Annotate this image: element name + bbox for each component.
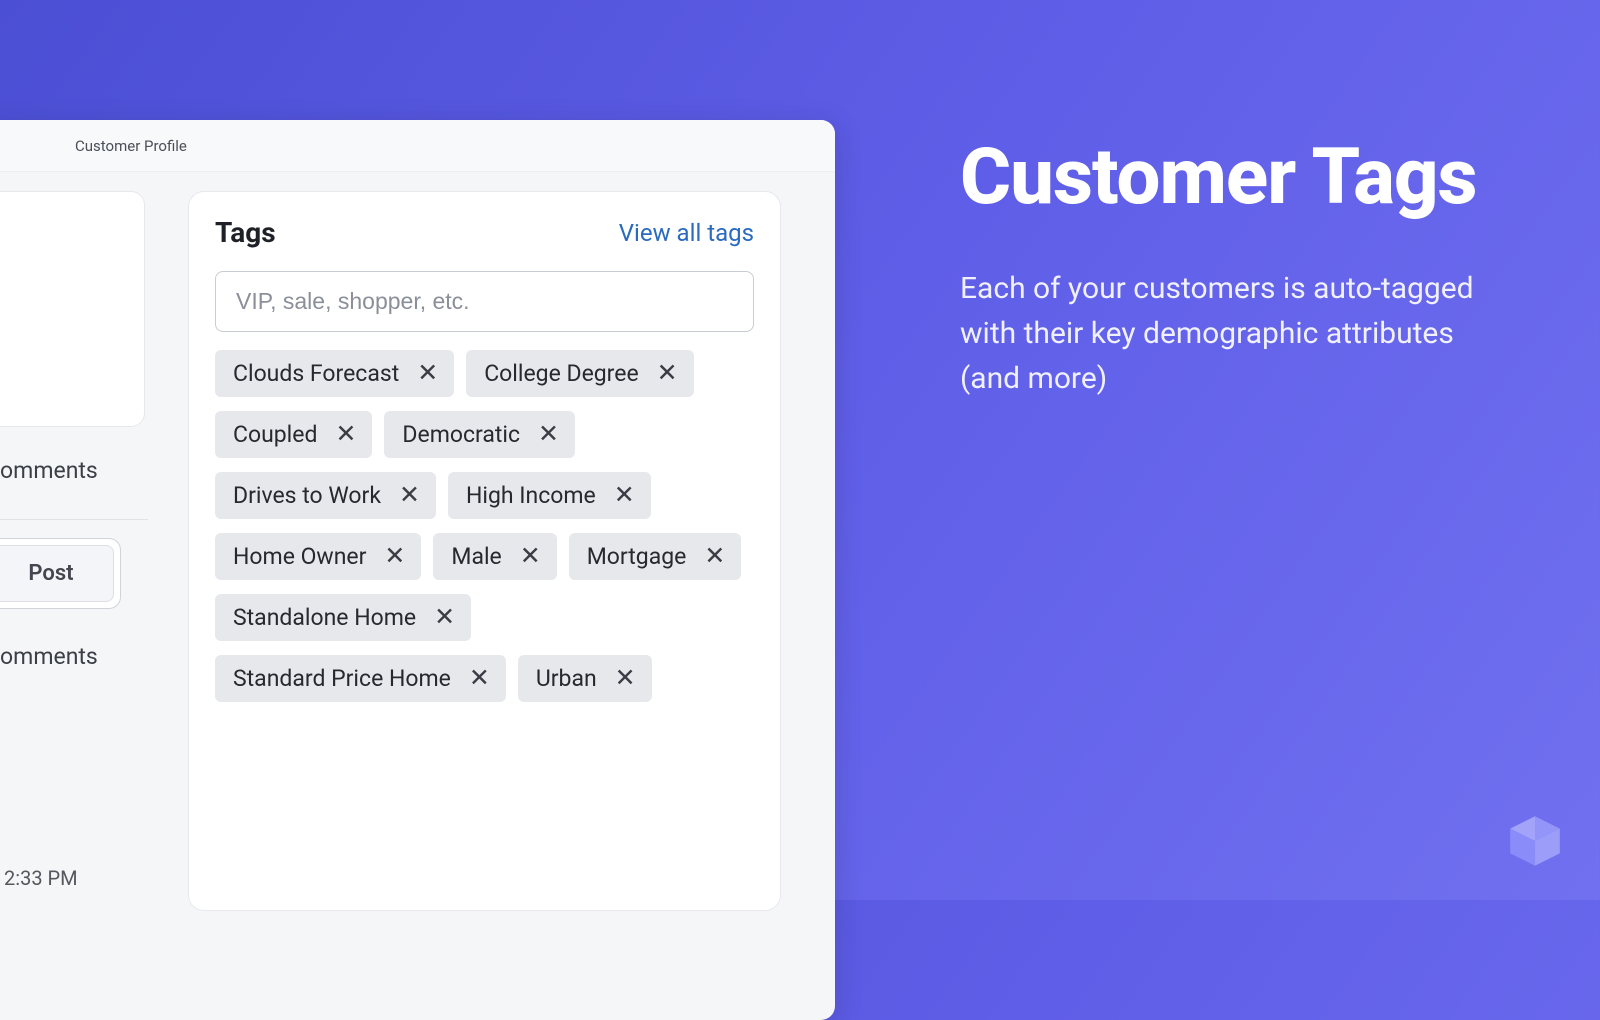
remove-tag-icon[interactable]: ✕ <box>465 666 494 691</box>
hero-body: Each of your customers is auto-tagged wi… <box>960 266 1520 401</box>
remove-tag-icon[interactable]: ✕ <box>534 422 563 447</box>
tag-label: Democratic <box>402 421 520 448</box>
left-column-stub: comments Post comments <box>0 452 170 670</box>
tag-chip[interactable]: Urban ✕ <box>518 655 652 702</box>
tags-list: Clouds Forecast✕College Degree✕Coupled✕D… <box>215 350 754 702</box>
view-all-tags-link[interactable]: View all tags <box>619 219 754 247</box>
remove-tag-icon[interactable]: ✕ <box>430 605 459 630</box>
tag-chip[interactable]: Standard Price Home ✕ <box>215 655 506 702</box>
tag-chip[interactable]: Mortgage ✕ <box>569 533 742 580</box>
app-panel: Customer Profile comments Post comments … <box>0 120 835 1020</box>
tag-chip[interactable]: Drives to Work ✕ <box>215 472 436 519</box>
remove-tag-icon[interactable]: ✕ <box>331 422 360 447</box>
tag-chip[interactable]: Standalone Home ✕ <box>215 594 471 641</box>
tag-search-input[interactable] <box>215 271 754 332</box>
tags-title: Tags <box>215 216 276 249</box>
hero-title: Customer Tags <box>960 138 1520 218</box>
tag-chip[interactable]: College Degree ✕ <box>466 350 693 397</box>
profile-card-stub <box>0 191 145 427</box>
remove-tag-icon[interactable]: ✕ <box>653 361 682 386</box>
remove-tag-icon[interactable]: ✕ <box>380 544 409 569</box>
remove-tag-icon[interactable]: ✕ <box>413 361 442 386</box>
remove-tag-icon[interactable]: ✕ <box>516 544 545 569</box>
tag-chip[interactable]: Male ✕ <box>433 533 556 580</box>
comments-label: comments <box>0 452 170 489</box>
comments-label-2: comments <box>0 643 170 670</box>
tags-card: Tags View all tags Clouds Forecast✕Colle… <box>188 191 781 911</box>
post-button-wrap: Post <box>0 538 121 609</box>
remove-tag-icon[interactable]: ✕ <box>700 544 729 569</box>
tag-chip[interactable]: Democratic ✕ <box>384 411 575 458</box>
tag-label: Urban <box>536 665 597 692</box>
tag-label: College Degree <box>484 360 638 387</box>
tag-chip[interactable]: High Income ✕ <box>448 472 651 519</box>
remove-tag-icon[interactable]: ✕ <box>610 483 639 508</box>
timestamp: 2:33 PM <box>4 866 78 890</box>
tag-label: Home Owner <box>233 543 366 570</box>
divider <box>0 519 148 520</box>
remove-tag-icon[interactable]: ✕ <box>611 666 640 691</box>
post-button[interactable]: Post <box>0 545 114 602</box>
tag-chip[interactable]: Clouds Forecast ✕ <box>215 350 454 397</box>
tag-label: Clouds Forecast <box>233 360 399 387</box>
tag-label: Coupled <box>233 421 317 448</box>
tag-label: Drives to Work <box>233 482 381 509</box>
tag-chip[interactable]: Home Owner ✕ <box>215 533 421 580</box>
brand-logo-icon <box>1504 810 1566 872</box>
remove-tag-icon[interactable]: ✕ <box>395 483 424 508</box>
app-body: comments Post comments 2:33 PM Tags View… <box>0 172 835 1020</box>
tag-label: Male <box>451 543 501 570</box>
tag-label: Standalone Home <box>233 604 416 631</box>
tag-label: Standard Price Home <box>233 665 451 692</box>
tag-label: Mortgage <box>587 543 687 570</box>
tag-label: High Income <box>466 482 596 509</box>
tag-chip[interactable]: Coupled ✕ <box>215 411 372 458</box>
hero-copy: Customer Tags Each of your customers is … <box>960 138 1520 401</box>
breadcrumb: Customer Profile <box>0 120 835 172</box>
